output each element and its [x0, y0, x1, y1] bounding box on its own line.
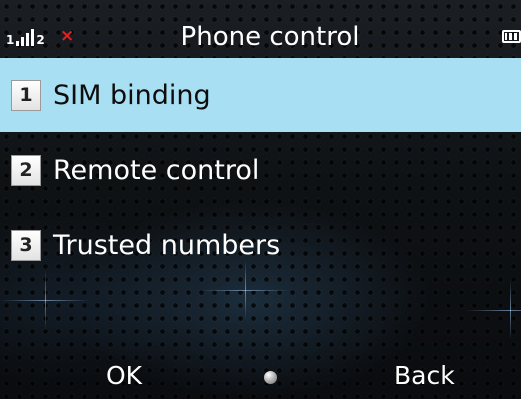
sim-slot-2-label: 2 — [36, 33, 45, 47]
page-title: Phone control — [180, 22, 360, 52]
menu-item-number: 3 — [11, 229, 41, 261]
menu-item-sim-binding[interactable]: 1 SIM binding — [0, 58, 521, 132]
status-bar: 1 2 × Phone control — [0, 0, 521, 58]
center-select-dot-icon[interactable] — [264, 371, 277, 384]
signal-bar — [16, 41, 20, 46]
no-sim-x-icon: × — [60, 26, 75, 46]
menu-item-number: 1 — [11, 79, 41, 111]
back-softkey[interactable]: Back — [394, 360, 455, 392]
signal-bar — [21, 37, 25, 46]
menu-item-remote-control[interactable]: 2 Remote control — [0, 133, 521, 207]
menu-item-number: 2 — [11, 154, 41, 186]
menu-item-label: Trusted numbers — [53, 229, 281, 261]
signal-bar — [26, 33, 30, 46]
sim-slot-1-label: 1 — [6, 33, 15, 47]
signal-strength-icon: 1 2 — [6, 28, 45, 46]
phone-screen: 1 2 × Phone control 1 SIM binding 2 Remo… — [0, 0, 521, 399]
menu-item-label: SIM binding — [53, 79, 211, 111]
ok-softkey[interactable]: OK — [106, 360, 142, 392]
softkey-bar: OK Back — [0, 350, 521, 399]
battery-icon — [502, 30, 521, 43]
menu-item-label: Remote control — [53, 154, 260, 186]
menu-item-trusted-numbers[interactable]: 3 Trusted numbers — [0, 208, 521, 282]
signal-bar — [31, 29, 35, 46]
